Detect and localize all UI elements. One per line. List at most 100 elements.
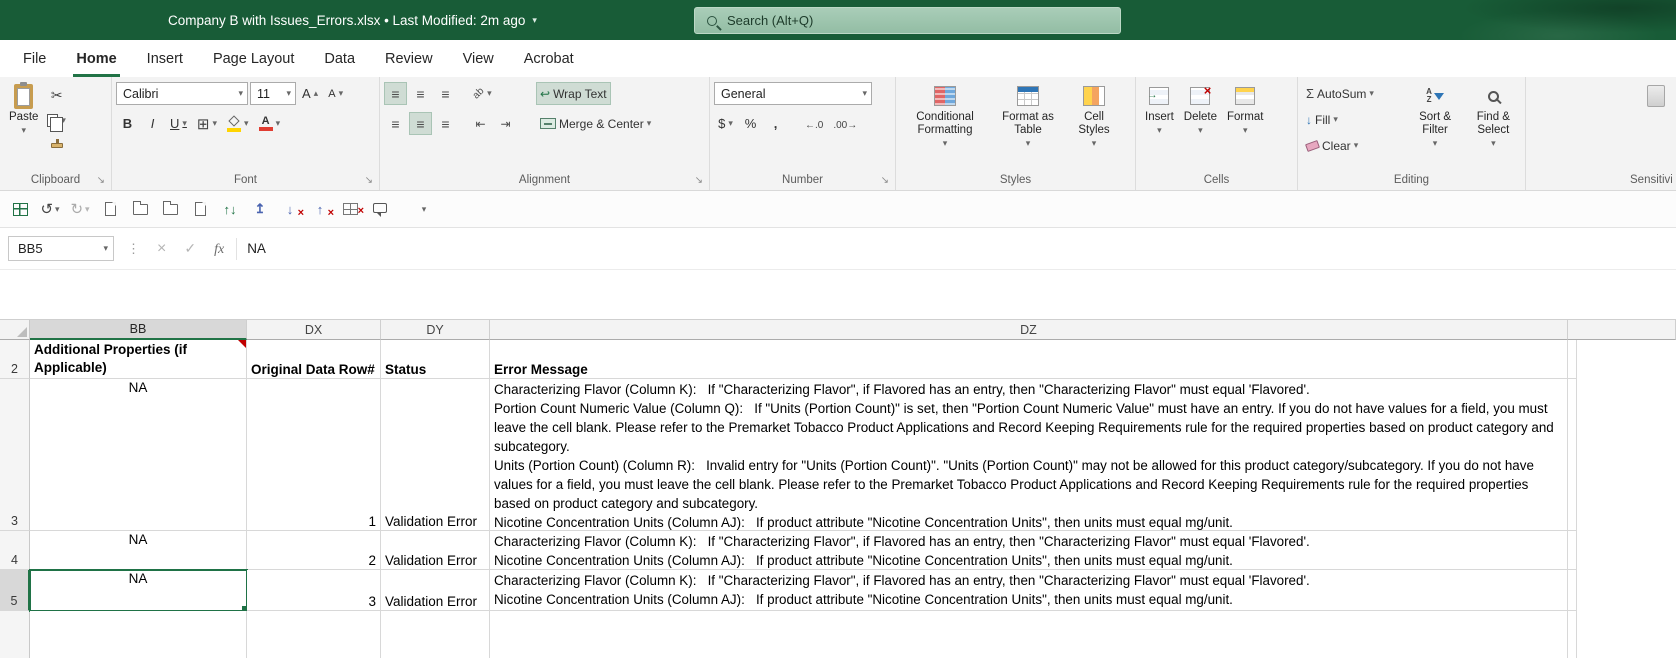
sensitivity-button[interactable]	[1642, 80, 1670, 109]
tab-home[interactable]: Home	[61, 40, 131, 77]
font-dialog-launcher-icon[interactable]	[365, 176, 373, 186]
tab-review[interactable]: Review	[370, 40, 448, 77]
currency-format-button[interactable]: $	[714, 112, 737, 135]
enter-icon[interactable]	[184, 240, 196, 258]
orientation-button[interactable]	[469, 82, 496, 105]
format-painter-button[interactable]	[43, 134, 70, 157]
percent-format-button[interactable]: %	[739, 112, 762, 135]
cell-empty[interactable]	[30, 611, 247, 658]
insert-row-button[interactable]: ↥	[250, 201, 270, 217]
cell-DX4[interactable]: 2	[247, 531, 381, 570]
cut-button[interactable]	[43, 84, 70, 107]
decrease-indent-button[interactable]	[469, 112, 492, 135]
bold-button[interactable]: B	[116, 112, 139, 135]
delete-cells-button[interactable]: Delete	[1179, 80, 1222, 135]
merge-center-button[interactable]: Merge & Center	[536, 112, 655, 135]
sheet-view-button[interactable]	[10, 203, 30, 216]
number-format-select[interactable]: General	[714, 82, 872, 105]
increase-font-size-button[interactable]: A	[298, 82, 322, 105]
clear-button[interactable]: Clear	[1302, 134, 1404, 157]
align-bottom-button[interactable]	[434, 82, 457, 105]
cell-DZ2[interactable]: Error Message	[490, 340, 1568, 379]
column-header-DY[interactable]: DY	[381, 320, 490, 340]
cell-styles-button[interactable]: Cell Styles	[1066, 80, 1122, 148]
tab-data[interactable]: Data	[309, 40, 370, 77]
find-select-button[interactable]: Find & Select	[1466, 80, 1521, 148]
row-header-4[interactable]: 4	[0, 531, 30, 570]
cell-filler[interactable]	[1568, 611, 1577, 658]
autosum-button[interactable]: AutoSum	[1302, 82, 1404, 105]
align-middle-button[interactable]	[409, 82, 432, 105]
align-top-button[interactable]	[384, 82, 407, 105]
cell-filler[interactable]	[1568, 531, 1577, 570]
cell-DZ4[interactable]: Characterizing Flavor (Column K): If "Ch…	[490, 531, 1568, 570]
font-name-select[interactable]: Calibri	[116, 82, 248, 105]
number-dialog-launcher-icon[interactable]	[881, 176, 889, 186]
sort-rows-button[interactable]: ↑↓	[220, 202, 240, 217]
qat-customize-button[interactable]	[414, 205, 434, 214]
cell-BB5-selected[interactable]: NA	[30, 570, 247, 611]
cell-DY5[interactable]: Validation Error	[381, 570, 490, 611]
cell-empty[interactable]	[490, 611, 1568, 658]
delete-row-button[interactable]: ↓	[280, 202, 300, 217]
row-header-3[interactable]: 3	[0, 379, 30, 531]
undo-button[interactable]	[40, 200, 60, 218]
align-right-button[interactable]	[434, 112, 457, 135]
cell-empty[interactable]	[247, 611, 381, 658]
cell-filler[interactable]	[1568, 379, 1577, 531]
cell-BB4[interactable]: NA	[30, 531, 247, 570]
delete-column-button[interactable]: ↑	[310, 202, 330, 217]
align-left-button[interactable]	[384, 112, 407, 135]
cell-DX5[interactable]: 3	[247, 570, 381, 611]
browse-folder-button[interactable]	[160, 204, 180, 215]
cancel-icon[interactable]	[157, 240, 166, 258]
wrap-text-button[interactable]: Wrap Text	[536, 82, 611, 105]
column-header-DZ[interactable]: DZ	[490, 320, 1568, 340]
cell-BB2[interactable]: Additional Properties (if Applicable)	[30, 340, 247, 379]
document-title[interactable]: Company B with Issues_Errors.xlsx • Last…	[168, 0, 537, 40]
copy-button[interactable]	[43, 109, 70, 132]
cell-DY2[interactable]: Status	[381, 340, 490, 379]
format-cells-button[interactable]: Format	[1222, 80, 1268, 135]
alignment-dialog-launcher-icon[interactable]	[695, 176, 703, 186]
tab-page-layout[interactable]: Page Layout	[198, 40, 309, 77]
tab-view[interactable]: View	[448, 40, 509, 77]
column-header-DX[interactable]: DX	[247, 320, 381, 340]
paste-button[interactable]: Paste	[4, 80, 43, 135]
align-center-button[interactable]	[409, 112, 432, 135]
decrease-font-size-button[interactable]: A	[324, 82, 347, 105]
name-box[interactable]: BB5	[8, 236, 114, 261]
tab-file[interactable]: File	[8, 40, 61, 77]
cell-DX2[interactable]: Original Data Row#	[247, 340, 381, 379]
formula-bar-expanded-area[interactable]	[0, 270, 1676, 320]
fill-button[interactable]: Fill	[1302, 108, 1404, 131]
cell-DX3[interactable]: 1	[247, 379, 381, 531]
font-color-button[interactable]: A	[255, 112, 285, 135]
decrease-decimal-button[interactable]	[829, 112, 861, 135]
cell-DZ5[interactable]: Characterizing Flavor (Column K): If "Ch…	[490, 570, 1568, 611]
cell-DY3[interactable]: Validation Error	[381, 379, 490, 531]
search-box[interactable]: Search (Alt+Q)	[694, 7, 1121, 34]
select-all-corner[interactable]	[0, 320, 30, 340]
column-header-BB[interactable]: BB	[30, 320, 247, 340]
sort-filter-button[interactable]: AZ Sort & Filter	[1404, 80, 1465, 148]
open-file-button[interactable]	[130, 204, 150, 215]
format-as-table-button[interactable]: Format as Table	[990, 80, 1066, 148]
cell-filler[interactable]	[1568, 570, 1577, 611]
cell-DY4[interactable]: Validation Error	[381, 531, 490, 570]
formula-input[interactable]: NA	[247, 241, 266, 256]
comma-format-button[interactable]: ,	[764, 112, 787, 135]
tab-acrobat[interactable]: Acrobat	[509, 40, 589, 77]
cell-BB3[interactable]: NA	[30, 379, 247, 531]
insert-cells-button[interactable]: Insert	[1140, 80, 1179, 135]
insert-function-icon[interactable]	[214, 240, 224, 258]
conditional-formatting-button[interactable]: Conditional Formatting	[900, 80, 990, 148]
italic-button[interactable]: I	[141, 112, 164, 135]
clipboard-dialog-launcher-icon[interactable]	[97, 176, 105, 186]
tab-insert[interactable]: Insert	[132, 40, 198, 77]
underline-button[interactable]: U	[166, 112, 191, 135]
fill-color-button[interactable]	[223, 112, 253, 135]
row-header-2[interactable]: 2	[0, 340, 30, 379]
row-header-5[interactable]: 5	[0, 570, 30, 611]
redo-button[interactable]	[70, 200, 90, 218]
